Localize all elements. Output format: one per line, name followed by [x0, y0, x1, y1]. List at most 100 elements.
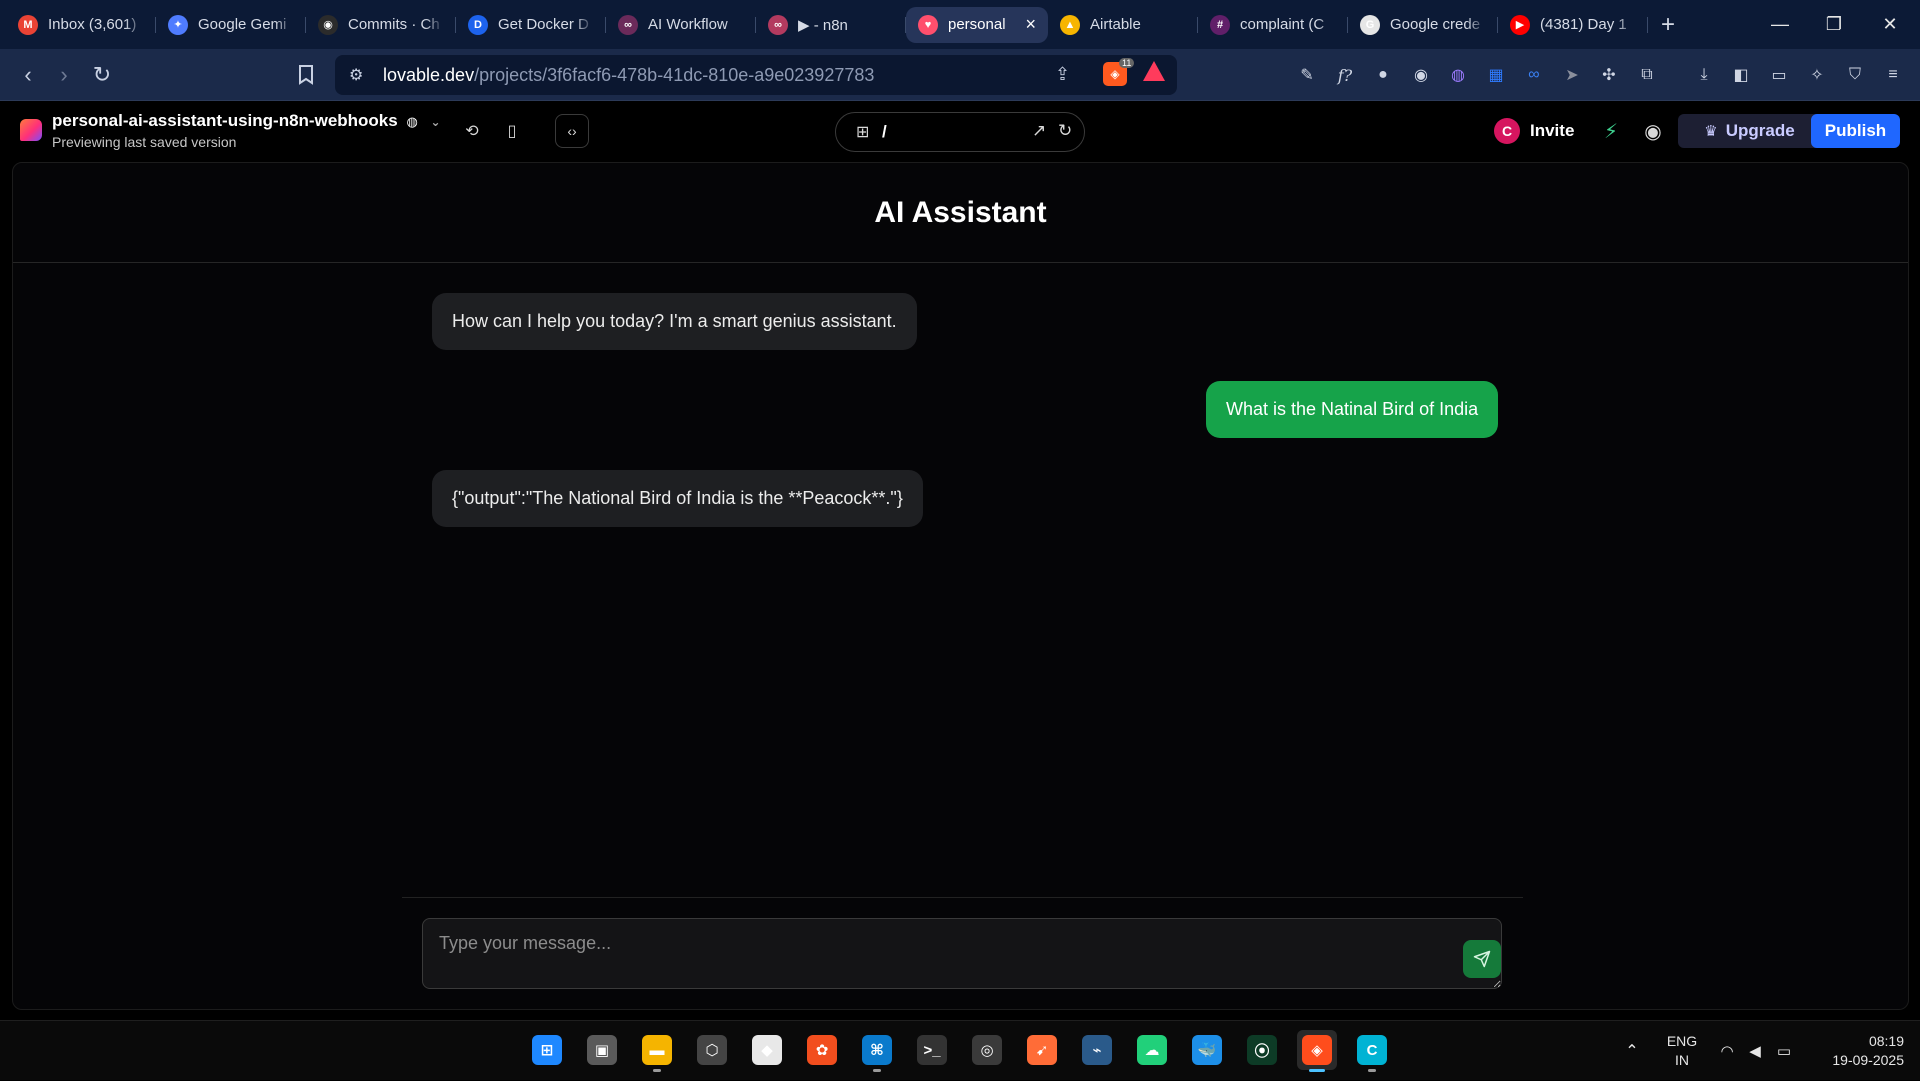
task-view-icon[interactable]: ▣: [582, 1030, 622, 1070]
chevron-down-icon[interactable]: ⌄: [431, 115, 441, 129]
supabase-icon[interactable]: ⚡: [1594, 114, 1628, 148]
crown-icon: ♛: [1704, 123, 1718, 140]
invite-button[interactable]: C Invite: [1490, 114, 1584, 148]
tab-label: personal: [948, 16, 1006, 33]
teams-extension-icon[interactable]: ▦: [1483, 62, 1509, 88]
tab-label: Airtable: [1090, 16, 1141, 33]
toggle-sidebar-icon[interactable]: ▯: [498, 114, 526, 148]
app-mysql-icon[interactable]: ⌁: [1077, 1030, 1117, 1070]
battery-icon[interactable]: ▭: [1772, 1021, 1796, 1081]
app-terminal-glyph: >_: [917, 1035, 947, 1065]
leo-ai-icon[interactable]: ✧: [1804, 62, 1830, 88]
wallet-icon[interactable]: ▭: [1766, 62, 1792, 88]
extension-circle-icon[interactable]: ●: [1370, 62, 1396, 88]
volume-icon[interactable]: ◀: [1744, 1021, 1766, 1081]
project-name[interactable]: personal-ai-assistant-using-n8n-webhooks…: [52, 111, 441, 131]
history-icon[interactable]: ⟲: [458, 114, 486, 148]
purple-extension-icon[interactable]: ◍: [1445, 62, 1471, 88]
close-tab-icon[interactable]: ×: [1025, 14, 1036, 35]
minimize-icon[interactable]: —: [1752, 0, 1808, 49]
tab-label: Inbox (3,601): [48, 16, 137, 33]
back-icon[interactable]: ‹: [14, 61, 42, 89]
file-explorer-icon[interactable]: ▬: [637, 1030, 677, 1072]
running-indicator: [873, 1069, 881, 1072]
browser-tab[interactable]: ✦ Google Gemi: [156, 7, 306, 43]
app-mongodb-icon[interactable]: ⦿: [1242, 1030, 1282, 1070]
app-datagrip-glyph: ☁: [1137, 1035, 1167, 1065]
publish-button[interactable]: Publish: [1811, 114, 1900, 148]
tab-label: complaint (C: [1240, 16, 1325, 33]
restore-icon[interactable]: ❐: [1806, 0, 1862, 49]
address-bar[interactable]: ⚙ lovable.dev/projects/3f6facf6-478b-41d…: [335, 55, 1177, 95]
record-extension-icon[interactable]: ◉: [1408, 62, 1434, 88]
pipette-icon[interactable]: ✎: [1294, 62, 1320, 88]
app-vscode-icon[interactable]: ⌘: [857, 1030, 897, 1072]
app-docker-icon[interactable]: 🐳: [1187, 1030, 1227, 1070]
route-bar[interactable]: ⊞ / ↗ ↻: [835, 112, 1085, 152]
airtable-icon: ▲: [1060, 14, 1080, 35]
browser-tab[interactable]: ∞ AI Workflow: [606, 7, 756, 43]
app-postman-icon[interactable]: ➹: [1022, 1030, 1062, 1070]
refresh-preview-icon[interactable]: ↻: [1058, 121, 1072, 141]
route-path[interactable]: /: [882, 122, 887, 142]
page-layout-icon[interactable]: ⊞: [856, 122, 869, 142]
bookmark-icon[interactable]: [292, 61, 320, 89]
app-git-glyph: ◆: [752, 1035, 782, 1065]
browser-tab[interactable]: D Get Docker D: [456, 7, 606, 43]
browser-tab[interactable]: ◉ Commits · Ch: [306, 7, 456, 43]
screenshot-extension-icon[interactable]: ⧉: [1634, 62, 1660, 88]
app-git-icon[interactable]: ◆: [747, 1030, 787, 1070]
message-input[interactable]: [422, 918, 1502, 989]
code-view-icon[interactable]: ‹›: [555, 114, 589, 148]
app-brave-glyph: ◈: [1302, 1035, 1332, 1065]
send-button[interactable]: [1463, 940, 1501, 978]
browser-tab[interactable]: ▲ Airtable: [1048, 7, 1198, 43]
assistant-message: {"output":"The National Bird of India is…: [432, 470, 923, 527]
wifi-icon[interactable]: ◠: [1716, 1021, 1738, 1081]
browser-tab[interactable]: ▶ (4381) Day 1: [1498, 7, 1648, 43]
github-icon[interactable]: ◉: [1636, 114, 1670, 148]
clock[interactable]: 08:19 19-09-2025: [1812, 1021, 1904, 1081]
app-unity-icon[interactable]: ⬡: [692, 1030, 732, 1070]
reload-icon[interactable]: ↻: [88, 61, 116, 89]
youtube-icon: ▶: [1510, 14, 1530, 35]
windows-start-icon[interactable]: ⊞: [527, 1030, 567, 1070]
app-terminal-icon[interactable]: >_: [912, 1030, 952, 1070]
app-datagrip-icon[interactable]: ☁: [1132, 1030, 1172, 1070]
app-figma-icon[interactable]: ✿: [802, 1030, 842, 1070]
app-canva-icon[interactable]: C: [1352, 1030, 1392, 1072]
browser-tab[interactable]: # complaint (C: [1198, 7, 1348, 43]
avatar[interactable]: C: [1494, 118, 1520, 144]
extensions-puzzle-icon[interactable]: ✣: [1596, 62, 1622, 88]
share-icon[interactable]: ⇪: [1055, 64, 1070, 85]
google-icon: G: [1360, 14, 1380, 35]
github-icon: ◉: [318, 14, 338, 35]
browser-tab[interactable]: ♥ personal ×: [906, 6, 1048, 43]
preview-frame: AI Assistant How can I help you today? I…: [12, 162, 1909, 1010]
open-new-window-icon[interactable]: ↗: [1032, 121, 1046, 141]
tab-label: ▶ - n8n: [798, 16, 848, 34]
app-brave-icon[interactable]: ◈: [1297, 1030, 1337, 1072]
language-indicator[interactable]: ENG IN: [1662, 1021, 1702, 1081]
forward-icon[interactable]: ›: [50, 61, 78, 89]
chevron-up-icon[interactable]: ⌃: [1620, 1021, 1644, 1081]
vpn-icon[interactable]: ⛉: [1842, 62, 1868, 88]
tab-label: Commits · Ch: [348, 16, 440, 33]
close-window-icon[interactable]: ✕: [1862, 0, 1918, 49]
arrow-extension-icon[interactable]: ➤: [1559, 62, 1585, 88]
formula-extension-icon[interactable]: f?: [1332, 62, 1358, 88]
sidebar-icon[interactable]: ◧: [1728, 62, 1754, 88]
site-settings-icon[interactable]: ⚙: [349, 65, 363, 85]
browser-tab[interactable]: ∞ ▶ - n8n: [756, 7, 906, 43]
browser-tab[interactable]: G Google crede: [1348, 7, 1498, 43]
lovable-logo-icon[interactable]: [20, 119, 42, 141]
app-obs-icon[interactable]: ◎: [967, 1030, 1007, 1070]
browser-tab[interactable]: M Inbox (3,601): [6, 7, 156, 43]
brave-rewards-icon[interactable]: [1143, 61, 1165, 81]
upgrade-button[interactable]: ♛ Upgrade: [1678, 114, 1821, 148]
menu-icon[interactable]: ≡: [1880, 62, 1906, 88]
url-text[interactable]: lovable.dev/projects/3f6facf6-478b-41dc-…: [383, 65, 874, 86]
infinity-extension-icon[interactable]: ∞: [1521, 62, 1547, 88]
new-tab-button[interactable]: +: [1648, 11, 1688, 39]
downloads-icon[interactable]: ⤓: [1691, 62, 1717, 88]
